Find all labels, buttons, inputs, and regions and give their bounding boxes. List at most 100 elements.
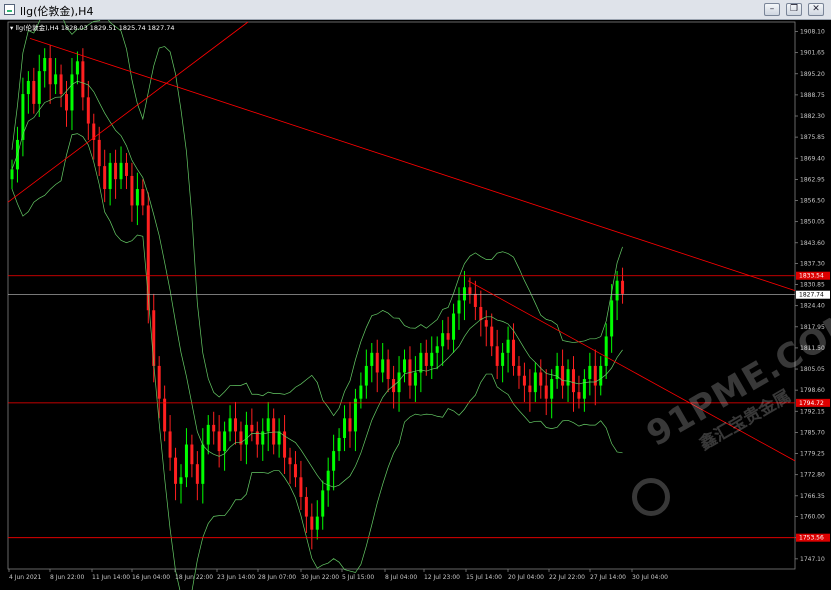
band-upper — [11, 20, 623, 417]
window-title: llg(伦敦金),H4 — [20, 5, 94, 18]
candle-body — [288, 457, 292, 465]
chart-symbol: llg(伦敦金),H4 — [15, 24, 59, 32]
candle-body — [103, 166, 107, 190]
candle-body — [332, 451, 336, 471]
candle-body — [108, 162, 112, 190]
candle-body — [152, 310, 156, 366]
candle-body — [446, 333, 450, 340]
time-tick-label: 30 Jun 22:00 — [301, 574, 339, 581]
candle-body — [223, 431, 227, 452]
candle-body — [179, 477, 183, 484]
price-tick-label: 1766.35 — [800, 493, 825, 500]
candle-body — [413, 372, 417, 386]
candle-body — [430, 352, 434, 366]
candle-body — [250, 424, 254, 432]
time-tick-label: 23 Jun 14:00 — [217, 574, 255, 581]
price-tick-label: 1792.15 — [800, 408, 825, 415]
candle-body — [32, 80, 36, 104]
band-middle — [11, 80, 623, 488]
candle-body — [65, 94, 69, 111]
candle-body — [457, 300, 461, 314]
price-tick-label: 1856.50 — [800, 198, 825, 205]
candle-body — [441, 333, 445, 347]
price-tick-label: 1747.10 — [800, 556, 825, 563]
candle-body — [452, 313, 456, 340]
candle-body — [310, 516, 314, 530]
candle-body — [168, 431, 172, 458]
candle-body — [517, 365, 521, 376]
minimize-button[interactable]: – — [764, 3, 780, 16]
candle-body — [54, 74, 58, 85]
candle-body — [490, 326, 494, 347]
candle-body — [593, 365, 597, 386]
candle-body — [533, 372, 537, 393]
candle-body — [582, 379, 586, 399]
candle-body — [571, 369, 575, 393]
candle-body — [75, 61, 79, 75]
chart-info: ▾ llg(伦敦金),H4 1828.03 1829.51 1825.74 18… — [10, 22, 175, 32]
candle-body — [59, 74, 63, 95]
candle-body — [577, 392, 581, 399]
candle-body — [141, 189, 145, 206]
candle-body — [26, 80, 30, 95]
candle-body — [48, 58, 52, 85]
candle-body — [343, 418, 347, 438]
price-tick-label: 1869.40 — [800, 155, 825, 162]
candle-body — [304, 496, 308, 517]
candle-body — [588, 365, 592, 380]
level-price-label: 1833.54 — [799, 273, 824, 280]
price-tick-label: 1882.30 — [800, 113, 825, 120]
title-bar: llg(伦敦金),H4 – ❐ ✕ — [0, 0, 831, 20]
level-price-label: 1794.72 — [799, 400, 824, 407]
restore-button[interactable]: ❐ — [786, 3, 802, 16]
plot-frame — [7, 21, 796, 570]
candle-body — [381, 359, 385, 373]
time-tick-label: 5 Jul 15:00 — [342, 574, 374, 581]
price-tick-label: 1888.75 — [800, 92, 825, 99]
candle-body — [97, 139, 101, 167]
candle-body — [512, 339, 516, 366]
time-tick-label: 20 Jul 04:00 — [508, 574, 544, 581]
candle-body — [212, 424, 216, 432]
candle-body — [566, 369, 570, 386]
candle-body — [217, 431, 221, 452]
price-tick-label: 1798.60 — [800, 387, 825, 394]
time-tick-label: 4 Jun 2021 — [9, 574, 41, 581]
time-tick-label: 12 Jul 23:00 — [424, 574, 460, 581]
candle-body — [234, 418, 238, 432]
trend-line-up — [7, 21, 249, 203]
candle-body — [228, 418, 232, 432]
candle-body — [561, 365, 565, 386]
candle-body — [157, 365, 161, 399]
candle-body — [86, 97, 90, 124]
candle-body — [462, 287, 466, 301]
candle-body — [610, 300, 614, 337]
price-tick-label: 1772.80 — [800, 472, 825, 479]
candle-body — [550, 379, 554, 399]
price-tick-label: 1830.85 — [800, 282, 825, 289]
trend-line-down — [29, 37, 796, 291]
candle-body — [261, 431, 265, 445]
level-price-label: 1753.56 — [799, 535, 824, 542]
candle-body — [315, 516, 319, 530]
price-chart[interactable]: 1908.10 1901.65 1895.20 1888.75 1882.30 1875.… — [0, 20, 831, 590]
price-tick-label: 1843.60 — [800, 240, 825, 247]
close-button[interactable]: ✕ — [808, 3, 824, 16]
candle-body — [37, 71, 41, 104]
candle-body — [124, 162, 128, 176]
candle-body — [184, 444, 188, 478]
chart-window-icon — [4, 4, 15, 15]
candle-body — [293, 464, 297, 478]
candle-body — [81, 61, 85, 98]
candle-body — [244, 424, 248, 445]
candle-body — [206, 424, 210, 445]
candle-body — [201, 444, 205, 484]
current-price-label: 1827.74 — [799, 292, 824, 299]
time-tick-label: 18 Jun 22:00 — [175, 574, 213, 581]
price-tick-label: 1837.30 — [800, 260, 825, 267]
candle-body — [468, 287, 472, 294]
time-tick-label: 8 Jun 22:00 — [50, 574, 84, 581]
time-tick-label: 30 Jul 04:00 — [632, 574, 668, 581]
candle-body — [506, 339, 510, 353]
candle-body — [435, 346, 439, 353]
